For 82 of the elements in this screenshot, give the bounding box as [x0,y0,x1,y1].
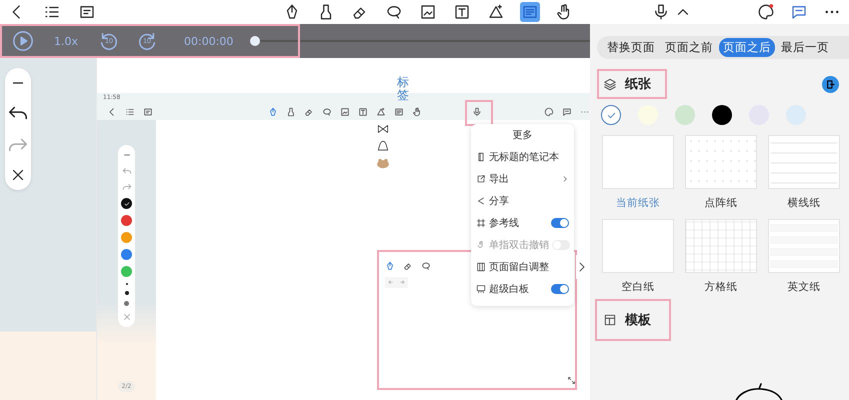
toggle-switch[interactable] [551,284,569,294]
bow-sticker [375,122,391,136]
pen-icon [268,107,278,117]
note-icon[interactable] [78,3,96,21]
paper-thumbnail[interactable] [685,135,757,189]
palette-icon[interactable] [757,3,775,21]
paper-color-swatch[interactable] [601,105,621,125]
undo-icon [388,279,395,286]
paper-thumbnail[interactable] [768,219,840,273]
paper-color-swatch[interactable] [712,105,732,125]
size-dot[interactable] [124,301,129,306]
microphone-icon[interactable] [652,3,670,21]
paper-thumbnail[interactable] [768,135,840,189]
pen-color-swatch[interactable] [121,198,132,209]
microphone-icon [472,107,482,117]
redo-icon [398,279,405,286]
menu-item[interactable]: 导出 [476,168,569,190]
eraser-icon [403,261,413,271]
pen-color-swatch[interactable] [121,232,132,243]
chat-icon[interactable] [790,3,808,21]
whiteboard-icon [476,284,486,294]
tab[interactable]: 页面之后 [719,38,775,57]
tab[interactable]: 替换页面 [603,38,659,57]
note-icon [143,107,153,117]
expand-icon [567,376,576,385]
paper-label: 点阵纸 [704,196,738,210]
paper-color-swatch[interactable] [675,105,695,125]
tab[interactable]: 页面之前 [661,38,717,57]
menu-title: 更多 [512,129,532,142]
frame-icon[interactable] [520,2,540,22]
export-icon [476,174,486,184]
marker-icon [286,107,296,117]
play-icon[interactable] [12,30,34,52]
pen-color-swatch[interactable] [121,266,132,277]
columns-icon [476,262,486,272]
frog-sticker [375,156,391,170]
chat-icon [562,107,572,117]
hand-icon [412,107,422,117]
menu-item[interactable]: 分享 [476,190,569,212]
pen-color-swatch[interactable] [121,249,132,260]
notebook-icon [476,152,486,162]
lasso-icon [421,261,431,271]
menu-icon [125,107,135,117]
share-icon [476,196,486,206]
text-icon [358,107,368,117]
grid-lines-icon [476,218,486,228]
menu-item[interactable]: 超级白板 [476,278,569,300]
undo-icon [122,166,132,176]
lasso-icon [322,107,332,117]
section-title: 模板 [625,312,651,329]
menu-item[interactable]: 无标题的笔记本 [476,146,569,168]
shape-icon [376,107,386,117]
layers-icon [603,77,617,91]
palette-icon [544,107,554,117]
menu-item[interactable]: 参考线 [476,212,569,234]
eraser-icon [304,107,314,117]
frame-icon [394,107,404,117]
import-icon[interactable] [822,76,839,92]
pen-color-swatch[interactable] [121,215,132,226]
size-dot[interactable] [124,291,128,295]
paper-thumbnail[interactable] [685,219,757,273]
section-title: 纸张 [625,76,651,93]
toggle-switch[interactable] [551,218,569,228]
paper-label: 横线纸 [788,196,820,210]
paper-label: 空白纸 [622,280,654,294]
paper-label: 方格纸 [704,280,738,294]
bell-sticker [375,139,391,153]
pen-icon [385,261,395,271]
playback-time: 00:00:00 [184,34,234,48]
tag-label: 标签 [397,76,409,102]
menu-item[interactable]: 页面留白调整 [476,256,569,278]
template-icon [603,313,617,327]
image-icon [340,107,350,117]
close-icon [122,312,132,322]
paper-thumbnail[interactable] [602,135,674,189]
playback-slider[interactable] [250,36,590,46]
chevron-icon [561,175,569,183]
paper-label: 当前纸张 [616,196,660,210]
paper-thumbnail[interactable] [602,219,674,273]
redo-icon [122,182,132,192]
tab[interactable]: 最后一页 [777,38,833,57]
paper-label: 英文纸 [788,280,820,294]
